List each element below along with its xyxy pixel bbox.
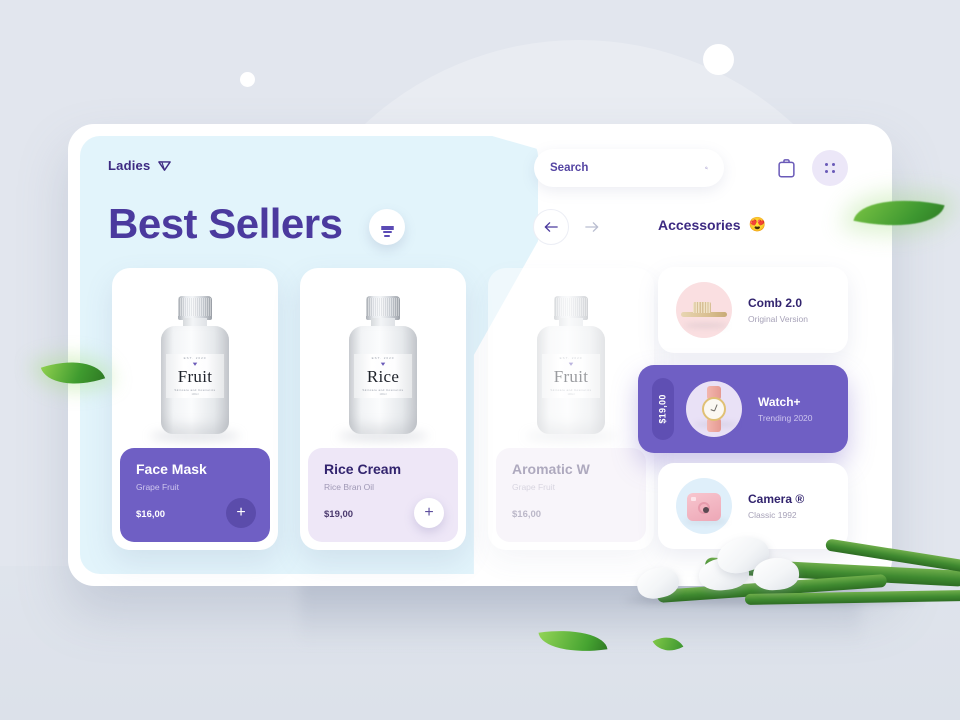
accessory-subtitle: Original Version (748, 314, 809, 324)
arrow-right-icon (584, 222, 598, 232)
bottle-label-top: EST. 2020 (183, 355, 207, 360)
accessories-title-text: Accessories (658, 216, 741, 233)
search-icon[interactable] (705, 161, 708, 175)
page-title: Best Sellers (108, 200, 343, 247)
product-subtitle: Grape Fruit (136, 482, 179, 493)
bottle-label-volume: 100ml (379, 393, 387, 397)
product-name: Rice Cream (324, 461, 402, 477)
brand-label: Ladies (108, 158, 151, 173)
product-info: Rice Cream Rice Bran Oil $19,00 + (308, 448, 458, 542)
diamond-icon (380, 362, 386, 366)
accessories-heading: Accessories 😍 (658, 216, 766, 233)
bottle-cap (366, 296, 400, 320)
diamond-icon (568, 362, 574, 366)
accessory-name: Comb 2.0 (748, 296, 803, 310)
product-image: EST. 2020 Fruit Skincare and Cosmetics 1… (488, 276, 654, 441)
bottle-label-sub: Skincare and Cosmetics (550, 387, 592, 392)
arrow-left-icon (544, 222, 558, 232)
bottle-label: EST. 2020 Fruit Skincare and Cosmetics 1… (166, 354, 224, 398)
clipboard-bag-icon (777, 158, 795, 177)
plus-icon: + (424, 504, 434, 521)
bottle-label: EST. 2020 Rice Skincare and Cosmetics 10… (354, 354, 412, 398)
accessory-price-tag: $19,00 (652, 378, 674, 440)
accessory-name: Camera ® (748, 492, 805, 506)
product-name: Aromatic W (512, 461, 590, 477)
accessory-price: $19,00 (658, 394, 669, 424)
diamond-icon (158, 161, 172, 171)
grid-menu-button[interactable] (812, 150, 848, 186)
grid-dots-icon (825, 163, 835, 173)
app-window: Ladies Best Sellers Search Accessories 😍… (68, 124, 892, 586)
accessory-card[interactable]: Comb 2.0 Original Version (658, 267, 848, 353)
bottle-label-name: Fruit (177, 366, 213, 386)
accessory-subtitle: Classic 1992 (748, 510, 797, 520)
search-input[interactable] (550, 162, 705, 174)
accessory-thumbnail (686, 381, 742, 437)
accessory-card-selected[interactable]: $19,00 Watch+ Trending 2020 (638, 365, 848, 453)
accessory-text: Comb 2.0 Original Version (748, 296, 808, 324)
accessory-name: Watch+ (758, 395, 801, 409)
bottle-label-volume: 100ml (191, 393, 199, 397)
product-card[interactable]: EST. 2020 Fruit Skincare and Cosmetics 1… (488, 268, 654, 550)
product-subtitle: Grape Fruit (512, 482, 555, 493)
brand-logo[interactable]: Ladies (108, 158, 172, 173)
product-card[interactable]: EST. 2020 Rice Skincare and Cosmetics 10… (300, 268, 466, 550)
accessory-subtitle: Trending 2020 (758, 413, 813, 423)
heart-eyes-emoji: 😍 (748, 216, 766, 232)
product-image: EST. 2020 Rice Skincare and Cosmetics 10… (300, 276, 466, 441)
bottle-cap (554, 296, 588, 320)
bottle-label-name: Rice (366, 366, 400, 386)
filter-icon (380, 226, 394, 237)
background-dot (240, 72, 255, 87)
bottle-label: EST. 2020 Fruit Skincare and Cosmetics 1… (542, 354, 600, 398)
bottle-label-top: EST. 2020 (371, 355, 395, 360)
bag-button[interactable] (768, 150, 804, 186)
diamond-icon (192, 362, 198, 366)
product-image: EST. 2020 Fruit Skincare and Cosmetics 1… (112, 276, 278, 441)
carousel-prev-button[interactable] (533, 209, 569, 245)
filter-button[interactable] (369, 209, 405, 245)
add-to-cart-button[interactable]: + (226, 498, 256, 528)
product-info: Aromatic W Grape Fruit $16,00 (496, 448, 646, 542)
product-name: Face Mask (136, 461, 207, 477)
add-to-cart-button[interactable]: + (414, 498, 444, 528)
bottle-label-name: Fruit (553, 366, 589, 386)
bottle-cap (178, 296, 212, 320)
bottle-label-sub: Skincare and Cosmetics (362, 387, 404, 392)
bottle-label-volume: 100ml (567, 393, 575, 397)
product-price: $16,00 (512, 509, 542, 521)
hair-brush-icon (681, 300, 727, 320)
search-box[interactable] (534, 149, 724, 187)
product-subtitle: Rice Bran Oil (324, 482, 375, 493)
instant-camera-icon (687, 489, 721, 523)
accessory-text: Watch+ Trending 2020 (758, 395, 813, 423)
accessory-thumbnail (676, 282, 732, 338)
accessory-text: Camera ® Classic 1992 (748, 492, 804, 520)
plus-icon: + (236, 504, 246, 521)
bottle-label-sub: Skincare and Cosmetics (174, 387, 216, 392)
product-info: Face Mask Grape Fruit $16,00 + (120, 448, 270, 542)
accessory-thumbnail (676, 478, 732, 534)
carousel-next-button[interactable] (573, 209, 609, 245)
bottle-label-top: EST. 2020 (559, 355, 583, 360)
product-card[interactable]: EST. 2020 Fruit Skincare and Cosmetics 1… (112, 268, 278, 550)
decorative-tulips (585, 530, 960, 640)
wristwatch-icon (701, 386, 727, 432)
background-dot (703, 44, 734, 75)
